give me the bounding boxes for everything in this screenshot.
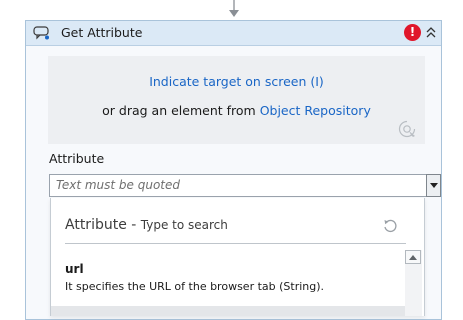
target-selection-area[interactable]: Indicate target on screen (I) or drag an… xyxy=(48,56,425,144)
activity-title: Get Attribute xyxy=(61,25,143,40)
scroll-up-arrow-icon xyxy=(409,255,417,260)
attribute-dropdown-button[interactable] xyxy=(426,174,441,197)
suggestion-item-name[interactable]: url xyxy=(65,262,84,276)
target-selector-icon[interactable] xyxy=(397,119,417,139)
object-repository-link[interactable]: Object Repository xyxy=(260,103,371,118)
dropdown-arrow-icon xyxy=(430,183,438,188)
flow-connector-arrow xyxy=(229,0,239,17)
suggestion-item-description[interactable]: It specifies the URL of the browser tab … xyxy=(65,280,324,293)
drag-hint-prefix: or drag an element from xyxy=(102,103,260,118)
next-suggestion-item[interactable] xyxy=(51,306,405,316)
activity-header[interactable]: Get Attribute ! xyxy=(26,21,441,46)
scroll-up-button[interactable] xyxy=(405,250,421,264)
chevron-double-up-icon[interactable] xyxy=(424,24,438,41)
attribute-input[interactable]: Text must be quoted xyxy=(49,174,427,197)
suggestions-divider xyxy=(65,243,406,244)
attribute-suggestions-panel[interactable]: Attribute - Type to search url It specif… xyxy=(50,198,425,316)
suggestions-scrollbar[interactable] xyxy=(405,250,422,316)
suggestions-heading: Attribute - Type to search xyxy=(65,217,228,233)
indicate-target-link[interactable]: Indicate target on screen (I) xyxy=(48,74,425,89)
attribute-placeholder: Text must be quoted xyxy=(56,178,181,192)
attribute-label: Attribute xyxy=(49,151,105,166)
suggestions-hint: Type to search xyxy=(140,218,228,232)
refresh-icon[interactable] xyxy=(382,218,398,234)
drag-hint: or drag an element from Object Repositor… xyxy=(48,103,425,118)
suggestions-dash: - xyxy=(126,217,141,233)
suggestions-title: Attribute xyxy=(65,217,127,233)
get-attribute-icon xyxy=(33,26,49,40)
error-icon[interactable]: ! xyxy=(404,24,421,41)
